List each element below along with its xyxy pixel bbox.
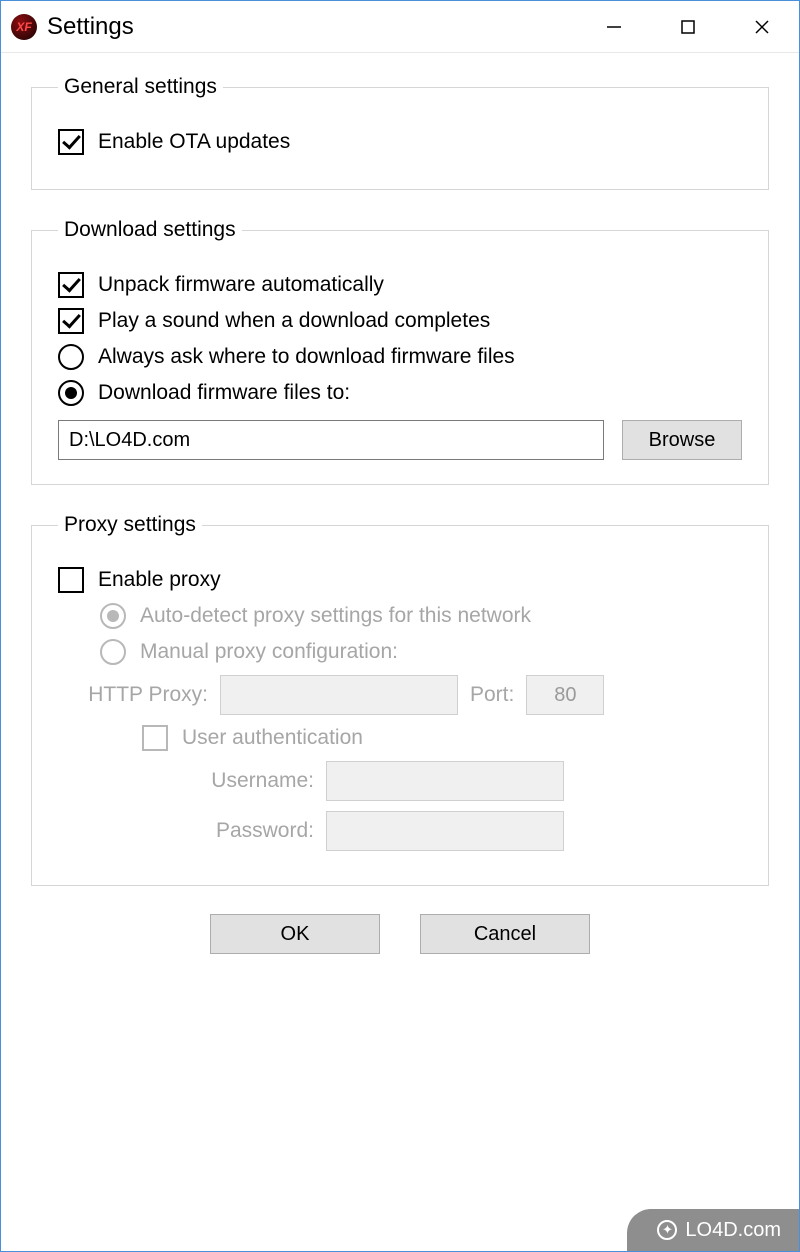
port-label: Port: (470, 682, 514, 707)
http-proxy-input (220, 675, 458, 715)
play-sound-label[interactable]: Play a sound when a download completes (98, 308, 490, 333)
app-icon: XF (11, 14, 37, 40)
auto-detect-proxy-label: Auto-detect proxy settings for this netw… (140, 603, 531, 628)
close-button[interactable] (725, 1, 799, 53)
client-area: General settings Enable OTA updates Down… (1, 53, 799, 954)
play-sound-checkbox[interactable] (58, 308, 84, 334)
proxy-settings-legend: Proxy settings (58, 513, 202, 537)
titlebar: XF Settings (1, 1, 799, 53)
close-icon (754, 19, 770, 35)
dialog-buttons: OK Cancel (31, 914, 769, 954)
download-settings-group: Download settings Unpack firmware automa… (31, 218, 769, 485)
browse-button[interactable]: Browse (622, 420, 742, 460)
download-settings-legend: Download settings (58, 218, 242, 242)
unpack-firmware-checkbox[interactable] (58, 272, 84, 298)
always-ask-radio[interactable] (58, 344, 84, 370)
http-proxy-label: HTTP Proxy: (58, 682, 208, 707)
enable-ota-checkbox[interactable] (58, 129, 84, 155)
general-settings-group: General settings Enable OTA updates (31, 75, 769, 190)
manual-proxy-label: Manual proxy configuration: (140, 639, 398, 664)
user-auth-label: User authentication (182, 725, 363, 750)
password-label: Password: (184, 818, 314, 843)
globe-icon: ✦ (657, 1220, 677, 1240)
minimize-button[interactable] (577, 1, 651, 53)
username-input (326, 761, 564, 801)
minimize-icon (606, 19, 622, 35)
ok-button[interactable]: OK (210, 914, 380, 954)
enable-ota-label[interactable]: Enable OTA updates (98, 129, 290, 154)
maximize-button[interactable] (651, 1, 725, 53)
cancel-button[interactable]: Cancel (420, 914, 590, 954)
settings-window: XF Settings General settings Enable OTA … (0, 0, 800, 1252)
user-auth-checkbox (142, 725, 168, 751)
auto-detect-proxy-radio (100, 603, 126, 629)
watermark-text: LO4D.com (685, 1219, 781, 1242)
unpack-firmware-label[interactable]: Unpack firmware automatically (98, 272, 384, 297)
port-input (526, 675, 604, 715)
password-input (326, 811, 564, 851)
maximize-icon (681, 20, 695, 34)
download-path-input[interactable] (58, 420, 604, 460)
enable-proxy-label[interactable]: Enable proxy (98, 567, 221, 592)
download-to-label[interactable]: Download firmware files to: (98, 380, 350, 405)
manual-proxy-radio (100, 639, 126, 665)
window-title: Settings (47, 13, 134, 41)
username-label: Username: (184, 768, 314, 793)
watermark: ✦ LO4D.com (627, 1209, 799, 1251)
enable-proxy-checkbox[interactable] (58, 567, 84, 593)
download-to-radio[interactable] (58, 380, 84, 406)
proxy-settings-group: Proxy settings Enable proxy Auto-detect … (31, 513, 769, 886)
general-settings-legend: General settings (58, 75, 223, 99)
always-ask-label[interactable]: Always ask where to download firmware fi… (98, 344, 515, 369)
